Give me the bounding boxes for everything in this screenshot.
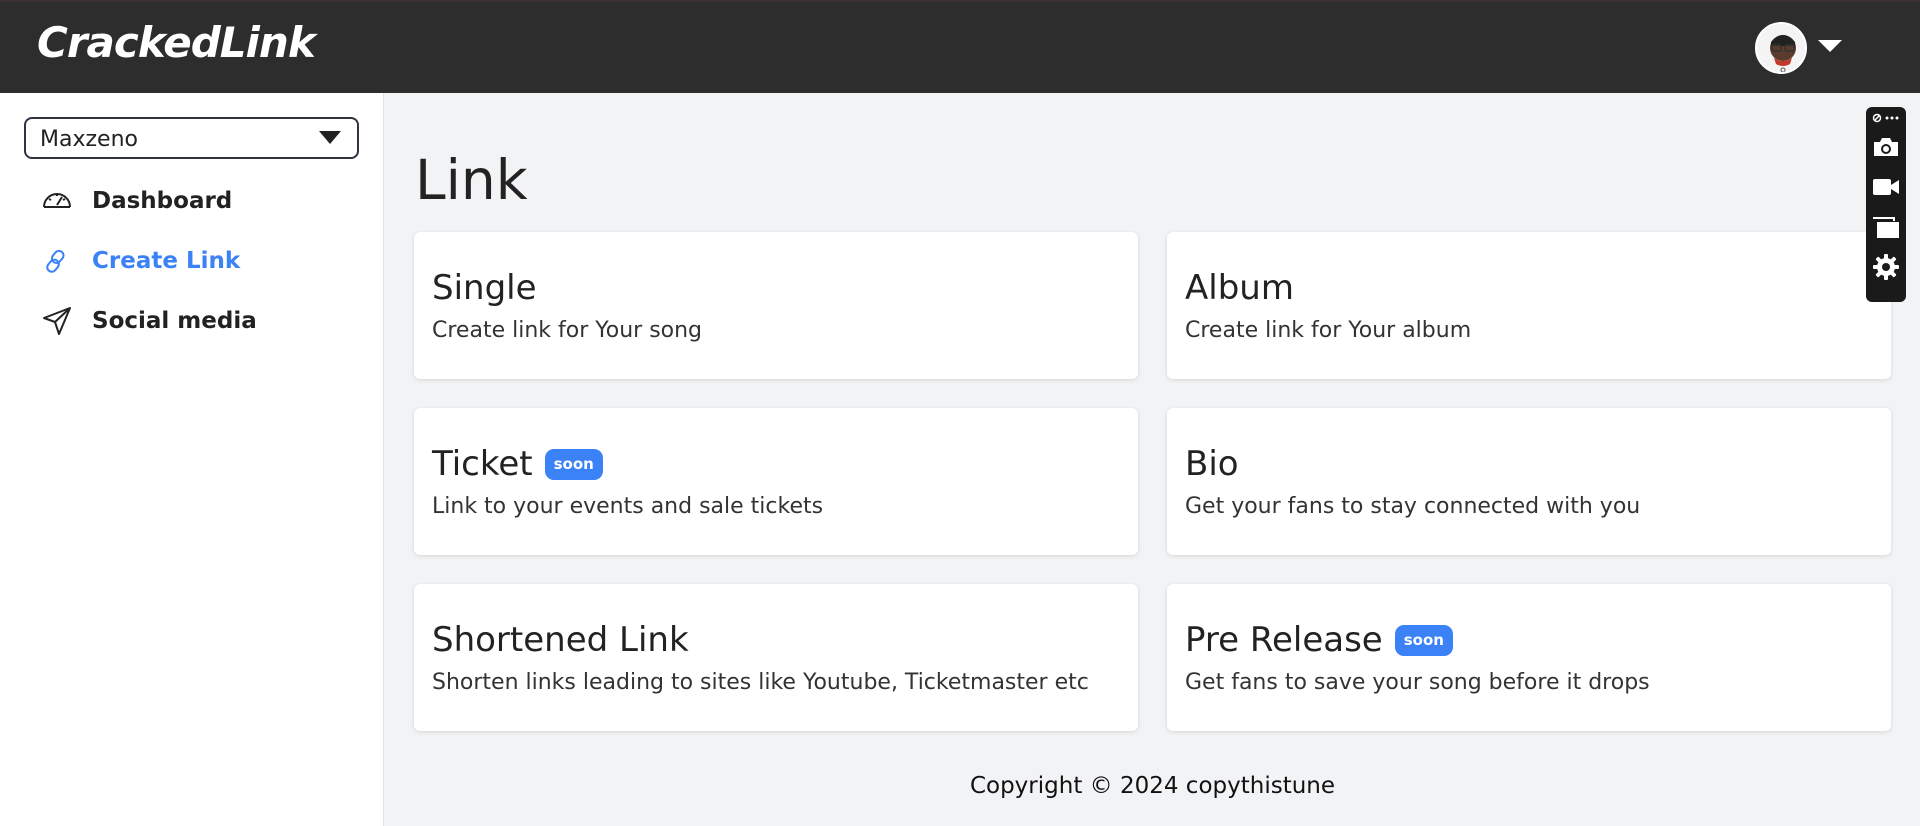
card-description: Create link for Your album <box>1185 318 1472 343</box>
card-description: Get fans to save your song before it dro… <box>1185 670 1650 695</box>
card-title: Shortened Link <box>432 620 689 660</box>
card-description: Get your fans to stay connected with you <box>1185 494 1641 519</box>
soon-badge: soon <box>544 448 603 480</box>
speedometer-icon <box>40 184 74 218</box>
top-bar: CrackedLink <box>0 0 1920 93</box>
user-avatar[interactable] <box>1755 22 1807 74</box>
card-bio[interactable]: Bio Get your fans to stay connected with… <box>1167 408 1891 555</box>
sidebar-item-label: Dashboard <box>92 188 233 214</box>
sidebar-item-label: Create Link <box>92 248 241 274</box>
soon-badge: soon <box>1394 624 1453 656</box>
page-title: Link <box>415 148 528 212</box>
user-menu-caret-icon[interactable] <box>1818 40 1842 52</box>
card-description: Shorten links leading to sites like Yout… <box>432 670 1089 695</box>
account-select[interactable]: Maxzeno <box>24 117 359 159</box>
card-description: Create link for Your song <box>432 318 703 343</box>
sidebar: Maxzeno Dashboard Create Link Social med… <box>0 93 384 826</box>
video-icon[interactable] <box>1872 173 1900 201</box>
sidebar-item-dashboard[interactable]: Dashboard <box>40 179 360 223</box>
card-single[interactable]: Single Create link for Your song <box>414 232 1138 379</box>
chevron-down-icon <box>319 131 341 144</box>
windows-icon[interactable] <box>1872 213 1900 241</box>
camera-icon[interactable] <box>1872 133 1900 161</box>
sidebar-item-label: Social media <box>92 308 257 334</box>
avatar-image <box>1770 35 1796 72</box>
settings-icon[interactable] <box>1872 253 1900 281</box>
card-shortened-link[interactable]: Shortened Link Shorten links leading to … <box>414 584 1138 731</box>
card-description: Link to your events and sale tickets <box>432 494 824 519</box>
card-ticket[interactable]: Ticket soon Link to your events and sale… <box>414 408 1138 555</box>
link-icon <box>40 244 74 278</box>
account-select-value: Maxzeno <box>40 127 138 152</box>
card-album[interactable]: Album Create link for Your album <box>1167 232 1891 379</box>
card-title: Bio <box>1185 444 1239 484</box>
main-content: Link Single Create link for Your song Al… <box>385 93 1920 826</box>
app-logo[interactable]: CrackedLink <box>37 18 316 67</box>
capture-toolbar <box>1866 107 1906 302</box>
link-more-icon[interactable] <box>1872 109 1900 127</box>
card-title: Album <box>1185 268 1294 308</box>
card-pre-release[interactable]: Pre Release soon Get fans to save your s… <box>1167 584 1891 731</box>
card-title: Pre Release soon <box>1185 620 1453 660</box>
card-title: Ticket soon <box>432 444 603 484</box>
sidebar-item-create-link[interactable]: Create Link <box>40 239 360 283</box>
footer-copyright: Copyright © 2024 copythistune <box>969 773 1336 799</box>
sidebar-item-social-media[interactable]: Social media <box>40 299 360 343</box>
send-icon <box>40 304 74 338</box>
card-title: Single <box>432 268 537 308</box>
